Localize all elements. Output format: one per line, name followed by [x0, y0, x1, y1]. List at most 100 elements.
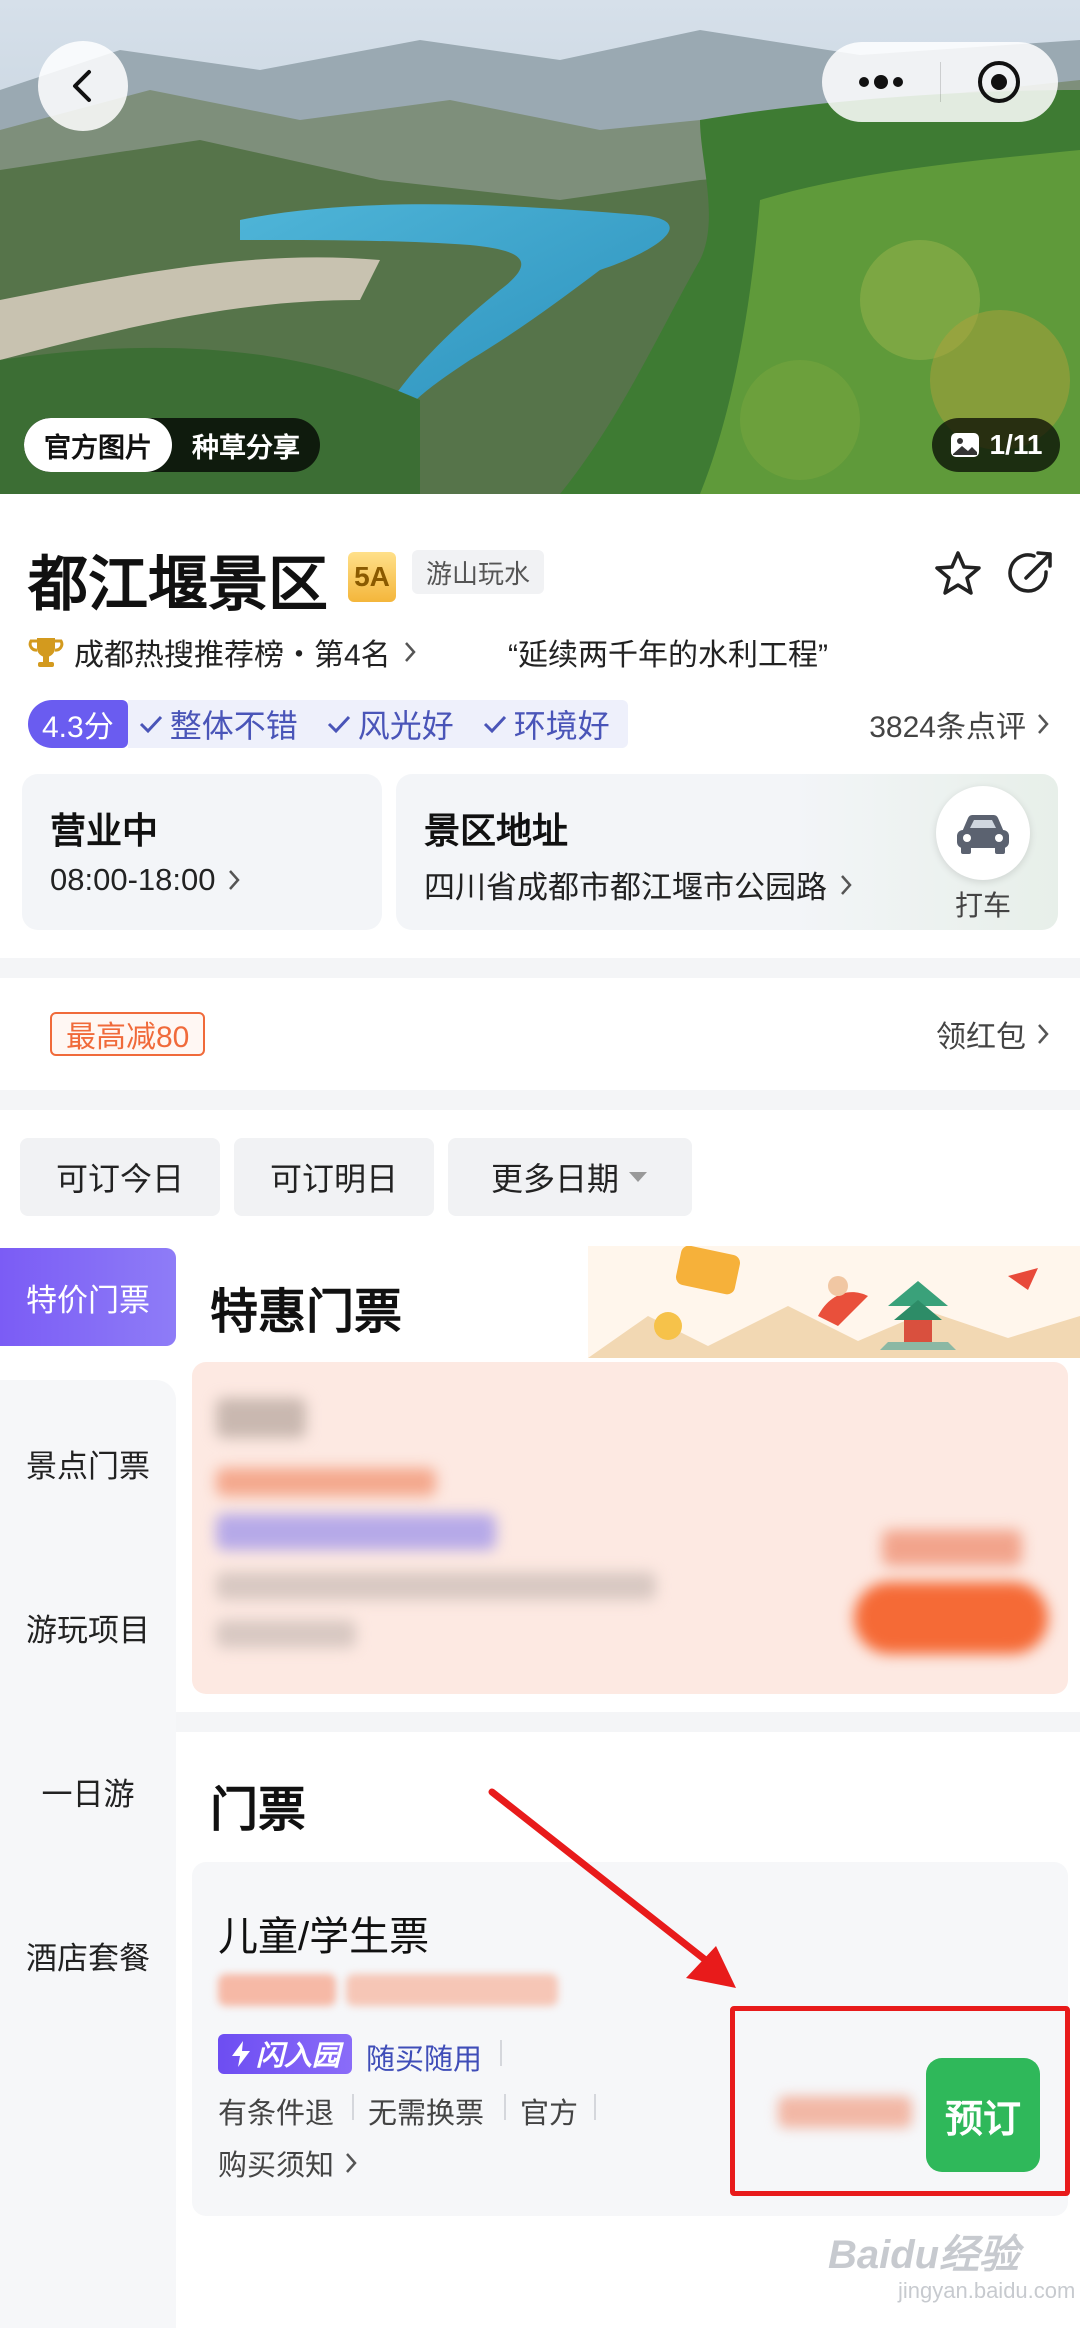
- check-icon: [483, 715, 506, 734]
- photo-icon: [950, 433, 979, 457]
- highlight-text: 整体不错: [169, 708, 298, 744]
- category-tag: 游山玩水: [412, 550, 545, 594]
- chevron-right-icon: [1038, 714, 1049, 734]
- chevron-left-icon: [73, 70, 91, 102]
- blur-block: [218, 1974, 336, 2006]
- highlight-chip: 环境好: [482, 701, 610, 747]
- buy-use-tag: 随买随用: [366, 2044, 483, 2076]
- blur-block: [854, 1582, 1048, 1654]
- poi-quote: “延续两千年的水利工程”: [508, 639, 828, 672]
- blur-block: [216, 1468, 436, 1496]
- tag-separator: [500, 2040, 502, 2066]
- side-nav-hotel-package[interactable]: 酒店套餐: [0, 1906, 176, 2004]
- date-filter-today[interactable]: 可订今日: [20, 1138, 220, 1216]
- blur-block: [778, 2096, 912, 2128]
- chevron-right-icon: [1038, 1024, 1049, 1044]
- blur-block: [882, 1530, 1022, 1566]
- level-badge: 5A: [348, 552, 396, 602]
- photo-counter-text: 1/11: [989, 429, 1043, 460]
- taxi-button[interactable]: [936, 786, 1030, 880]
- photo-source-tabs: 官方图片 种草分享: [24, 418, 320, 472]
- chevron-right-icon: [346, 2153, 357, 2173]
- blur-block: [216, 1572, 656, 1600]
- side-nav-tickets[interactable]: 景点门票: [0, 1414, 176, 1512]
- rank-text: 成都热搜推荐榜・第4名: [74, 639, 391, 672]
- chevron-right-icon: [841, 874, 852, 895]
- caret-down-icon: [629, 1172, 647, 1182]
- blur-block: [216, 1514, 496, 1550]
- hero-image[interactable]: 官方图片 种草分享 1/11: [0, 0, 1080, 494]
- tab-user-shares[interactable]: 种草分享: [172, 418, 320, 472]
- tag-separator: [504, 2094, 506, 2120]
- blur-block: [346, 1974, 558, 2006]
- watermark: Baidu经验 jingyan.baidu.com: [828, 2222, 1075, 2312]
- section-divider: [176, 1712, 1080, 1732]
- watermark-brand: Baidu经验: [828, 2233, 1020, 2277]
- ticket-feature: 无需换票: [368, 2098, 485, 2130]
- back-button[interactable]: [38, 41, 128, 131]
- redpack-label: 领红包: [936, 1021, 1026, 1054]
- more-button[interactable]: [822, 42, 940, 122]
- more-dots-icon: [858, 75, 903, 89]
- side-nav-activities[interactable]: 游玩项目: [0, 1578, 176, 1676]
- tab-official-photos[interactable]: 官方图片: [24, 418, 172, 472]
- favorite-button[interactable]: [928, 544, 988, 604]
- blur-block: [216, 1620, 356, 1648]
- special-section-title: 特惠门票: [210, 1286, 403, 1339]
- chevron-right-icon: [404, 642, 416, 662]
- hours-status: 营业中: [50, 810, 159, 851]
- car-icon: [957, 814, 1009, 854]
- redpack-link[interactable]: 领红包: [936, 1014, 1052, 1054]
- blur-block: [216, 1398, 306, 1438]
- side-nav: 特价门票 景点门票 游玩项目 一日游 酒店套餐: [0, 1248, 176, 2328]
- check-icon: [139, 715, 162, 734]
- promo-banner-illustration: [588, 1246, 1080, 1358]
- photo-counter[interactable]: 1/11: [932, 418, 1060, 472]
- taxi-label: 打车: [954, 890, 1011, 921]
- tag-separator: [594, 2094, 596, 2120]
- purchase-notice-text: 购买须知: [218, 2150, 335, 2182]
- side-nav-day-tour[interactable]: 一日游: [0, 1742, 176, 1840]
- star-icon: [935, 551, 981, 595]
- date-filter-more[interactable]: 更多日期: [448, 1138, 692, 1216]
- target-icon: [978, 61, 1021, 103]
- rating-row: 4.3分 整体不错 风光好 环境好: [28, 700, 628, 748]
- address-row: 四川省成都市都江堰市公园路: [424, 862, 855, 907]
- share-icon: [1008, 551, 1052, 593]
- tag-separator: [352, 2094, 354, 2120]
- flash-entry-badge: 闪入园: [218, 2034, 352, 2074]
- review-count: 3824条点评: [869, 711, 1026, 744]
- close-miniprogram-button[interactable]: [941, 42, 1059, 122]
- highlight-text: 风光好: [357, 708, 454, 744]
- hours-card[interactable]: 营业中 08:00-18:00: [22, 774, 382, 930]
- section-divider: [0, 1090, 1080, 1110]
- temple-illustration: [588, 1246, 1080, 1358]
- highlight-chip: 整体不错: [138, 701, 298, 747]
- mini-program-capsule: [822, 42, 1058, 122]
- coupon-badge[interactable]: 最高减80: [50, 1012, 206, 1056]
- share-button[interactable]: [1000, 544, 1060, 604]
- purchase-notice-link[interactable]: 购买须知: [218, 2142, 360, 2184]
- check-icon: [327, 715, 350, 734]
- book-button[interactable]: 预订: [926, 2058, 1040, 2172]
- rank-link[interactable]: 成都热搜推荐榜・第4名: [28, 632, 419, 672]
- score-badge: 4.3分: [28, 700, 128, 748]
- highlight-text: 环境好: [513, 708, 610, 744]
- ticket-feature: 官方: [520, 2098, 579, 2130]
- trophy-icon: [28, 638, 64, 667]
- page-title: 都江堰景区: [28, 551, 328, 618]
- lightning-icon: [231, 2041, 250, 2067]
- flash-entry-text: 闪入园: [255, 2040, 340, 2071]
- blurred-content: [192, 1362, 1068, 1694]
- side-nav-special[interactable]: 特价门票: [0, 1248, 176, 1346]
- chevron-right-icon: [229, 870, 241, 890]
- ticket-tags-blurred: [218, 1970, 568, 2010]
- special-ticket-card-blurred[interactable]: [192, 1362, 1068, 1694]
- tickets-section-title: 门票: [210, 1784, 307, 1837]
- ticket-feature: 有条件退: [218, 2098, 335, 2130]
- ticket-name: 儿童/学生票: [218, 1915, 430, 1959]
- date-filter-tomorrow[interactable]: 可订明日: [234, 1138, 434, 1216]
- section-divider: [0, 958, 1080, 978]
- reviews-link[interactable]: 3824条点评: [869, 704, 1052, 744]
- highlight-chips: 整体不错 风光好 环境好: [127, 700, 628, 748]
